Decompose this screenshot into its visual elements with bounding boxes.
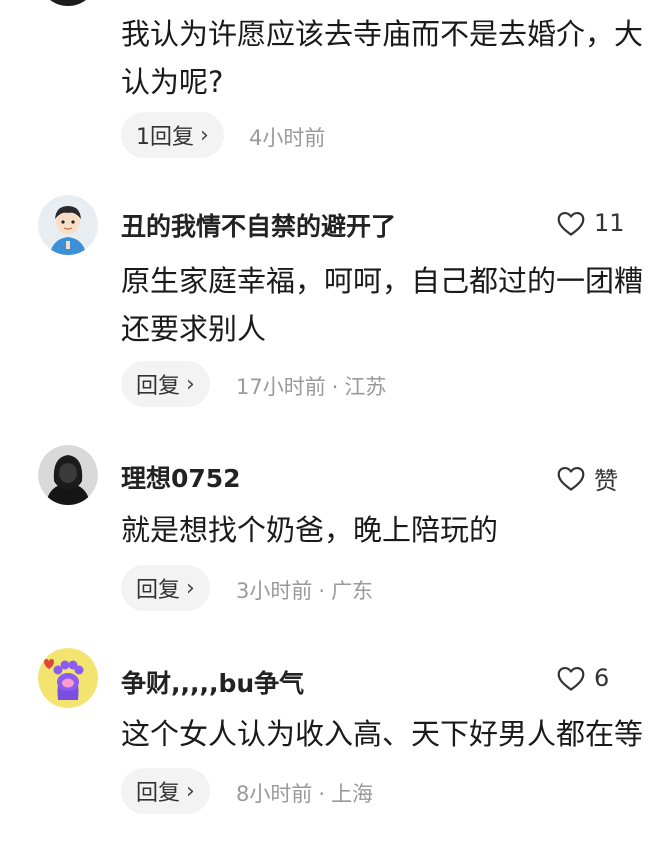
chevron-right-icon: › [200,122,209,148]
avatar-paw-image [38,648,98,708]
username[interactable]: 争财,,,,,bu争气 [121,664,304,700]
like-count: 6 [594,664,610,692]
avatar[interactable] [38,195,98,255]
comment-time: 8小时前 [236,782,313,806]
comment-list: 我认为许愿应该去寺庙而不是去婚介，大 认为呢? 1回复 › 4小时前 丑的我情不… [0,0,660,846]
comment-location: 江苏 [344,375,387,399]
reply-button[interactable]: 回复 › [121,768,210,814]
like-count: 11 [594,209,625,237]
avatar[interactable] [38,648,98,708]
chevron-right-icon: › [186,778,195,804]
like-button[interactable]: 6 [556,664,609,692]
like-count: 赞 [594,467,618,495]
comment-time: 17小时前 [236,375,326,399]
avatar[interactable] [38,445,98,505]
heart-outline-icon [557,466,585,491]
username[interactable]: 丑的我情不自禁的避开了 [121,207,396,243]
comment-text: 原生家庭幸福，呵呵，自己都过的一团糟 还要求别人 [121,264,644,346]
reply-button[interactable]: 回复 › [121,361,210,407]
comment-meta: 8小时前 · 上海 [236,782,374,806]
comment-text: 我认为许愿应该去寺庙而不是去婚介，大 认为呢? [121,17,644,99]
comment-time: 3小时前 [236,579,313,603]
reply-button[interactable]: 回复 › [121,565,210,611]
comment-text: 这个女人认为收入高、天下好男人都在等 [121,717,644,751]
avatar-hooded-figure-image [38,445,98,505]
like-button[interactable]: 11 [556,209,625,237]
heart-outline-icon [557,666,585,691]
reply-button[interactable]: 1回复 › [121,112,224,158]
chevron-right-icon: › [186,575,195,601]
comment-location: 上海 [331,782,374,806]
heart-outline-icon [557,211,585,236]
avatar-cartoon-boy-image [38,195,98,255]
comment-meta: 3小时前 · 广东 [236,579,374,603]
comment-text: 就是想找个奶爸，晚上陪玩的 [121,513,499,547]
comment-meta: 4小时前 [249,122,325,152]
comment-meta: 17小时前 · 江苏 [236,375,387,399]
username[interactable]: 理想0752 [121,459,241,495]
comment-location: 广东 [331,579,374,603]
comment-time: 4小时前 [249,126,326,150]
avatar[interactable] [38,0,98,6]
chevron-right-icon: › [186,371,195,397]
like-button[interactable]: 赞 [556,461,618,496]
